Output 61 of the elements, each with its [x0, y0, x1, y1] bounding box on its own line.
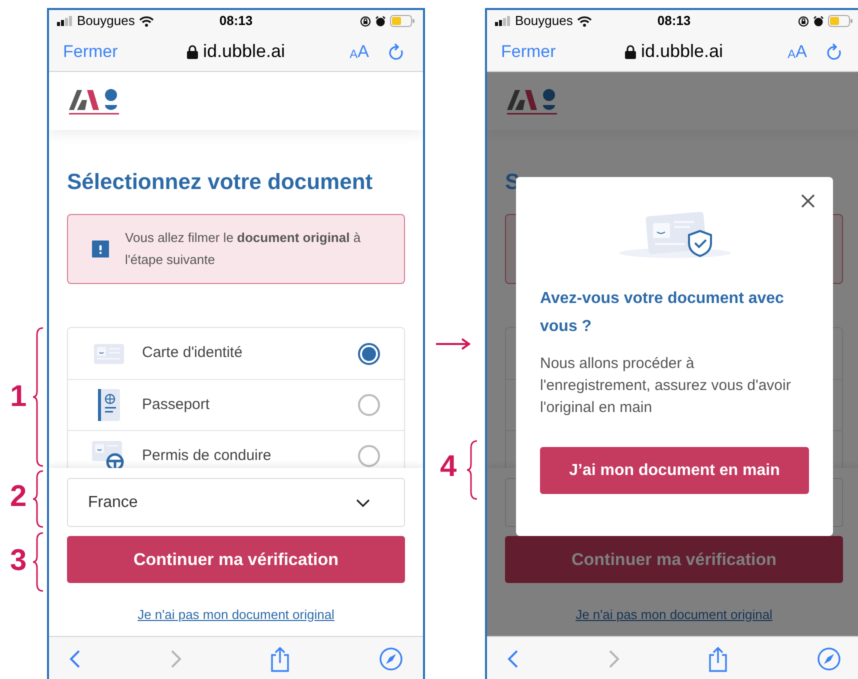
signal-icon — [495, 16, 511, 26]
arrow-icon — [436, 338, 472, 350]
address-text: id.ubble.ai — [640, 40, 724, 63]
bracket-icon — [32, 470, 44, 528]
notice-text: Vous allez filmer le document original à l'étape suivante — [125, 229, 362, 269]
page-heading: Sélectionnez votre document — [67, 168, 374, 196]
rotation-lock-icon — [798, 16, 809, 26]
step-number: 4 — [440, 452, 457, 482]
compass-icon[interactable] — [378, 646, 403, 670]
back-icon[interactable] — [69, 648, 81, 668]
alert-icon — [92, 238, 110, 260]
no-document-link[interactable]: Je n'ai pas mon document original — [576, 605, 772, 624]
wifi-icon — [138, 16, 154, 26]
continue-button[interactable]: Continuer ma vérification — [505, 536, 843, 583]
step-number: 3 — [10, 546, 27, 576]
modal-text: Nous allons procéder à l'enregistrement, assurez vous d'avoir l'original en main — [540, 354, 792, 418]
document-option[interactable]: Passeport — [68, 379, 404, 430]
alarm-clock-icon — [375, 16, 386, 26]
close-icon[interactable] — [801, 194, 815, 208]
rotation-lock-icon — [360, 16, 371, 26]
compass-icon[interactable] — [816, 646, 841, 670]
close-link[interactable]: Fermer — [63, 38, 118, 64]
no-document-link[interactable]: Je n'ai pas mon document original — [138, 605, 334, 624]
country-select[interactable]: France — [67, 478, 405, 527]
battery-icon — [828, 15, 853, 27]
chevron-down-icon — [356, 498, 370, 506]
wifi-icon — [576, 16, 592, 26]
logo-icon — [69, 86, 121, 116]
continue-button[interactable]: Continuer ma vérification — [67, 536, 405, 583]
bracket-icon — [466, 440, 478, 500]
clock-time: 08:13 — [657, 12, 691, 30]
confirm-button[interactable]: J’ai mon document en main — [540, 447, 809, 494]
back-icon[interactable] — [507, 648, 519, 668]
modal-title: Avez-vous votre document avec vous ? — [540, 289, 785, 337]
step-number: 2 — [10, 482, 27, 512]
signal-icon — [57, 16, 73, 26]
lock-icon — [186, 44, 198, 58]
text-size-button[interactable]: AA — [788, 43, 807, 60]
id-card-shield-icon — [618, 211, 732, 259]
share-icon[interactable] — [708, 646, 728, 672]
id-card-icon — [94, 344, 124, 364]
close-link[interactable]: Fermer — [501, 38, 556, 64]
document-option[interactable]: Carte d'identité — [68, 328, 404, 379]
bracket-icon — [32, 532, 44, 592]
reload-icon[interactable] — [389, 42, 405, 60]
battery-icon — [390, 15, 415, 27]
radio-button[interactable] — [358, 394, 380, 416]
step-number: 1 — [10, 382, 27, 412]
lock-icon — [624, 44, 636, 58]
clock-time: 08:13 — [219, 12, 253, 30]
logo-icon — [507, 86, 559, 116]
text-size-button[interactable]: AA — [350, 43, 369, 60]
address-text: id.ubble.ai — [202, 40, 286, 63]
bracket-icon — [32, 327, 44, 467]
carrier-name: Bouygues — [515, 12, 573, 30]
alarm-clock-icon — [813, 16, 824, 26]
share-icon[interactable] — [270, 646, 290, 672]
passport-icon — [97, 389, 121, 421]
reload-icon[interactable] — [827, 42, 843, 60]
carrier-name: Bouygues — [77, 12, 135, 30]
radio-button[interactable] — [358, 342, 380, 364]
